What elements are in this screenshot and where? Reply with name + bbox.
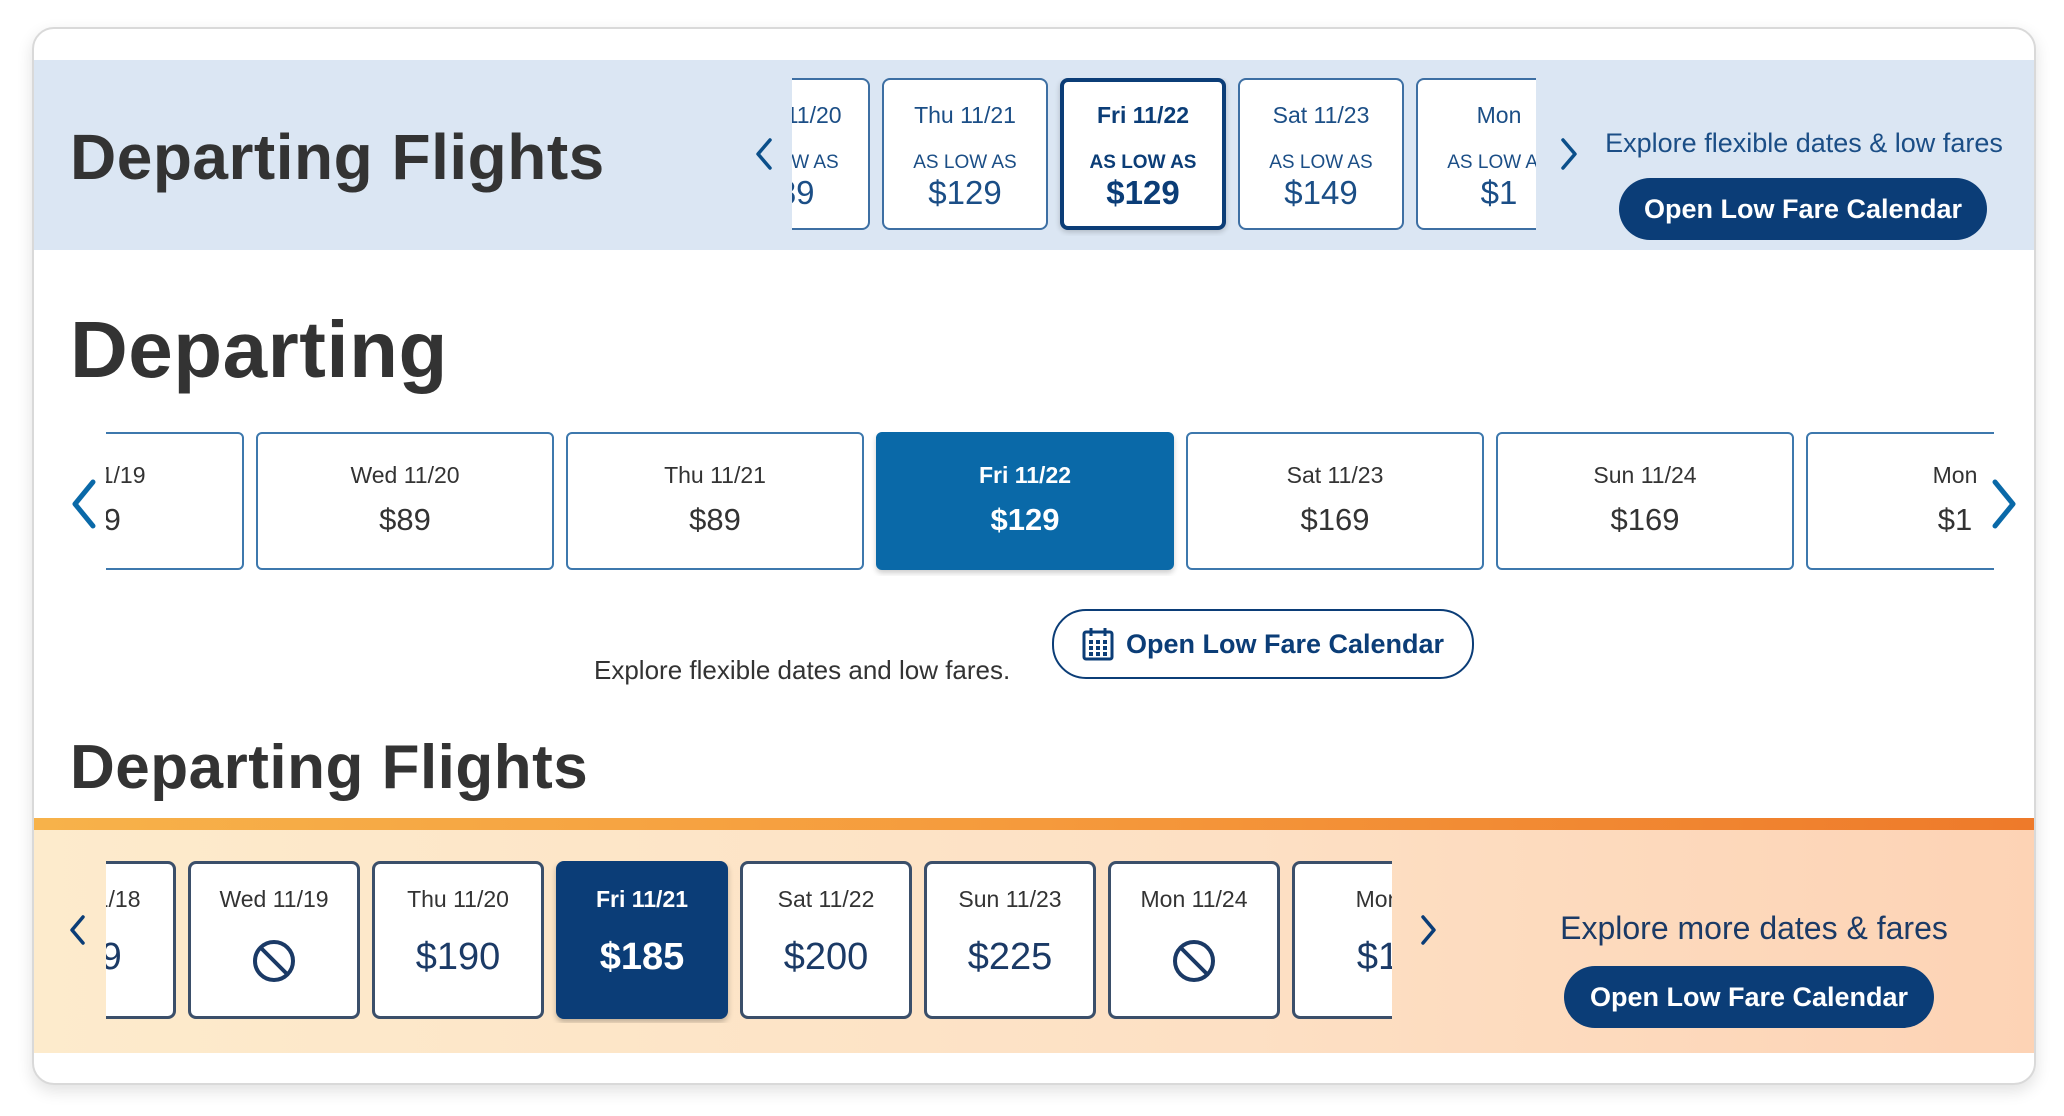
date-card[interactable]: Thu 11/21 AS LOW AS $129 bbox=[882, 78, 1048, 230]
open-low-fare-calendar-button[interactable]: Open Low Fare Calendar bbox=[1564, 966, 1934, 1028]
date-card-price: $89 bbox=[106, 502, 242, 538]
explore-dates-text: Explore flexible dates & low fares bbox=[1605, 128, 2003, 158]
date-card[interactable]: Mon $1 bbox=[1806, 432, 1994, 570]
date-card-date: Mon bbox=[1932, 462, 1978, 488]
date-card-date: Wed 11/20 bbox=[792, 102, 842, 128]
date-card: Mon 11/24 bbox=[1108, 861, 1280, 1019]
chevron-left-icon bbox=[70, 915, 85, 945]
chevron-right-icon bbox=[1561, 138, 1577, 170]
no-flights-icon bbox=[253, 940, 295, 982]
date-card-date: Sun 11/23 bbox=[958, 886, 1062, 912]
explore-dates-text: Explore more dates & fares bbox=[1560, 910, 1948, 946]
previous-dates-button[interactable] bbox=[744, 124, 784, 184]
date-carousel-track: Wed 11/20AS LOW AS$89Thu 11/21AS LOW AS$… bbox=[792, 78, 1536, 230]
date-card[interactable]: Tue 11/18 $89 bbox=[106, 861, 176, 1019]
previous-dates-button[interactable] bbox=[62, 900, 94, 960]
date-card-price: $169 bbox=[1610, 502, 1680, 537]
explore-dates-text: Explore flexible dates and low fares. bbox=[594, 655, 1011, 685]
accent-divider bbox=[34, 818, 2034, 830]
date-card-price: $185 bbox=[599, 936, 685, 978]
next-dates-button[interactable] bbox=[1412, 900, 1444, 960]
date-card[interactable]: Sun 11/24 $169 bbox=[1496, 432, 1794, 570]
date-card-date: Tue 11/18 bbox=[106, 886, 141, 912]
date-card-date: Sun 11/24 bbox=[1593, 462, 1697, 488]
date-card-date: Thu 11/21 bbox=[914, 102, 1016, 128]
date-card-price: $129 bbox=[990, 502, 1060, 537]
date-card-date: Fri 11/22 bbox=[978, 462, 1072, 488]
date-card-date: Sat 11/22 bbox=[777, 886, 875, 912]
date-card-as-low-as: AS LOW AS bbox=[792, 152, 839, 173]
cta-label: Open Low Fare Calendar bbox=[1125, 628, 1445, 659]
date-card-date: Sat 11/23 bbox=[1286, 462, 1384, 488]
date-card-price: $89 bbox=[689, 502, 741, 537]
date-card[interactable]: Wed 11/20 AS LOW AS$89 bbox=[792, 78, 870, 230]
date-card[interactable]: Sat 11/22 $200 bbox=[740, 861, 912, 1019]
date-card-price: $200 bbox=[783, 936, 869, 978]
no-flights-icon bbox=[1173, 940, 1215, 982]
date-card-date: Mon 11/24 bbox=[1140, 886, 1248, 912]
date-card-price: $1 bbox=[1937, 502, 1973, 537]
date-carousel-track: Tue 11/19 $89 Wed 11/20 $89 Thu 11/21 $89 Fri … bbox=[106, 432, 1994, 570]
date-card-date: Mon bbox=[1476, 102, 1522, 128]
date-card-date: Thu 11/20 bbox=[407, 886, 509, 912]
open-low-fare-calendar-button[interactable]: Open Low Fare Calendar bbox=[1052, 609, 1474, 679]
date-card[interactable]: Thu 11/20 $190 bbox=[372, 861, 544, 1019]
date-card-date: Fri 11/21 bbox=[595, 886, 689, 912]
chevron-left-icon bbox=[72, 479, 96, 529]
date-card[interactable]: Fri 11/22 AS LOW AS $129 bbox=[1060, 78, 1226, 230]
departing-flights-variant-3: Tue 11/18 $89 Wed 11/19 Thu 11/20 $190 Fri 11… bbox=[34, 830, 2034, 1053]
date-card[interactable]: Sun 11/23 $225 bbox=[924, 861, 1096, 1019]
chevron-right-icon bbox=[1421, 915, 1436, 945]
date-card[interactable]: Sat 11/23 AS LOW AS $149 bbox=[1238, 78, 1404, 230]
next-dates-button[interactable] bbox=[1549, 124, 1589, 184]
open-low-fare-calendar-button[interactable]: Open Low Fare Calendar bbox=[1619, 178, 1987, 240]
date-card-price: $129 bbox=[928, 174, 1002, 211]
date-card-date: Sat 11/23 bbox=[1272, 102, 1370, 128]
date-card-date: Thu 11/21 bbox=[664, 462, 766, 488]
date-carousel-track: Tue 11/18 $89 Wed 11/19 Thu 11/20 $190 Fri 11… bbox=[106, 861, 1392, 1019]
date-card-as-low-as: AS LOW AS bbox=[913, 152, 1017, 173]
date-carousel: Tue 11/18 $89 Wed 11/19 Thu 11/20 $190 Fri 11… bbox=[106, 861, 1392, 1023]
date-card-price: $225 bbox=[967, 936, 1053, 978]
date-card-date: Wed 11/19 bbox=[219, 886, 329, 912]
date-card[interactable]: Thu 11/21 $89 bbox=[566, 432, 864, 570]
calendar-icon bbox=[1082, 628, 1114, 661]
date-card[interactable]: Sat 11/23 $169 bbox=[1186, 432, 1484, 570]
date-card: Wed 11/19 bbox=[188, 861, 360, 1019]
date-card-price: $169 bbox=[1300, 502, 1370, 537]
date-card-date: Fri 11/22 bbox=[1096, 102, 1190, 128]
date-card-as-low-as: AS LOW AS bbox=[1269, 152, 1373, 173]
section-title: Departing bbox=[70, 305, 448, 394]
date-card-price: $190 bbox=[415, 936, 501, 978]
date-card[interactable]: Mon $1 bbox=[1292, 861, 1392, 1019]
date-carousel: Tue 11/19 $89 Wed 11/20 $89 Thu 11/21 $89 Fri … bbox=[106, 432, 1994, 576]
page-title: Departing Flights bbox=[70, 733, 589, 802]
date-card[interactable]: Tue 11/19 $89 bbox=[106, 432, 244, 570]
date-card-price: $89 bbox=[379, 502, 431, 537]
date-card-date: Tue 11/19 bbox=[106, 462, 146, 488]
date-card-date: Wed 11/20 bbox=[350, 462, 460, 488]
chevron-left-icon bbox=[756, 138, 772, 170]
date-carousel: Wed 11/20AS LOW AS$89Thu 11/21AS LOW AS$… bbox=[792, 78, 1536, 236]
date-card[interactable]: Fri 11/21 $185 bbox=[556, 861, 728, 1019]
date-card-price: $89 bbox=[792, 174, 815, 211]
date-card-price: $89 bbox=[106, 936, 173, 979]
date-card-price: $129 bbox=[1106, 174, 1180, 211]
date-card[interactable]: Fri 11/22 $129 bbox=[876, 432, 1174, 570]
date-card-price: $149 bbox=[1284, 174, 1358, 211]
date-card-price: $1 bbox=[1480, 174, 1518, 211]
date-card-as-low-as: AS LOW AS bbox=[1447, 152, 1536, 173]
chevron-right-icon bbox=[1992, 479, 2016, 529]
date-card[interactable]: Mon AS LOW AS$1 bbox=[1416, 78, 1536, 230]
date-card-price: $1 bbox=[1356, 936, 1392, 978]
date-card-as-low-as: AS LOW AS bbox=[1089, 152, 1197, 173]
date-card-date: Mon bbox=[1355, 886, 1392, 912]
next-dates-button[interactable] bbox=[1982, 469, 2026, 539]
departing-flights-header-variant-1: Departing Flights Wed 11/20AS LOW AS$89T… bbox=[34, 60, 2034, 250]
flight-date-selector-variants: Departing Flights Wed 11/20AS LOW AS$89T… bbox=[32, 27, 2036, 1085]
previous-dates-button[interactable] bbox=[62, 469, 106, 539]
page-title: Departing Flights bbox=[70, 121, 605, 193]
date-card[interactable]: Wed 11/20 $89 bbox=[256, 432, 554, 570]
